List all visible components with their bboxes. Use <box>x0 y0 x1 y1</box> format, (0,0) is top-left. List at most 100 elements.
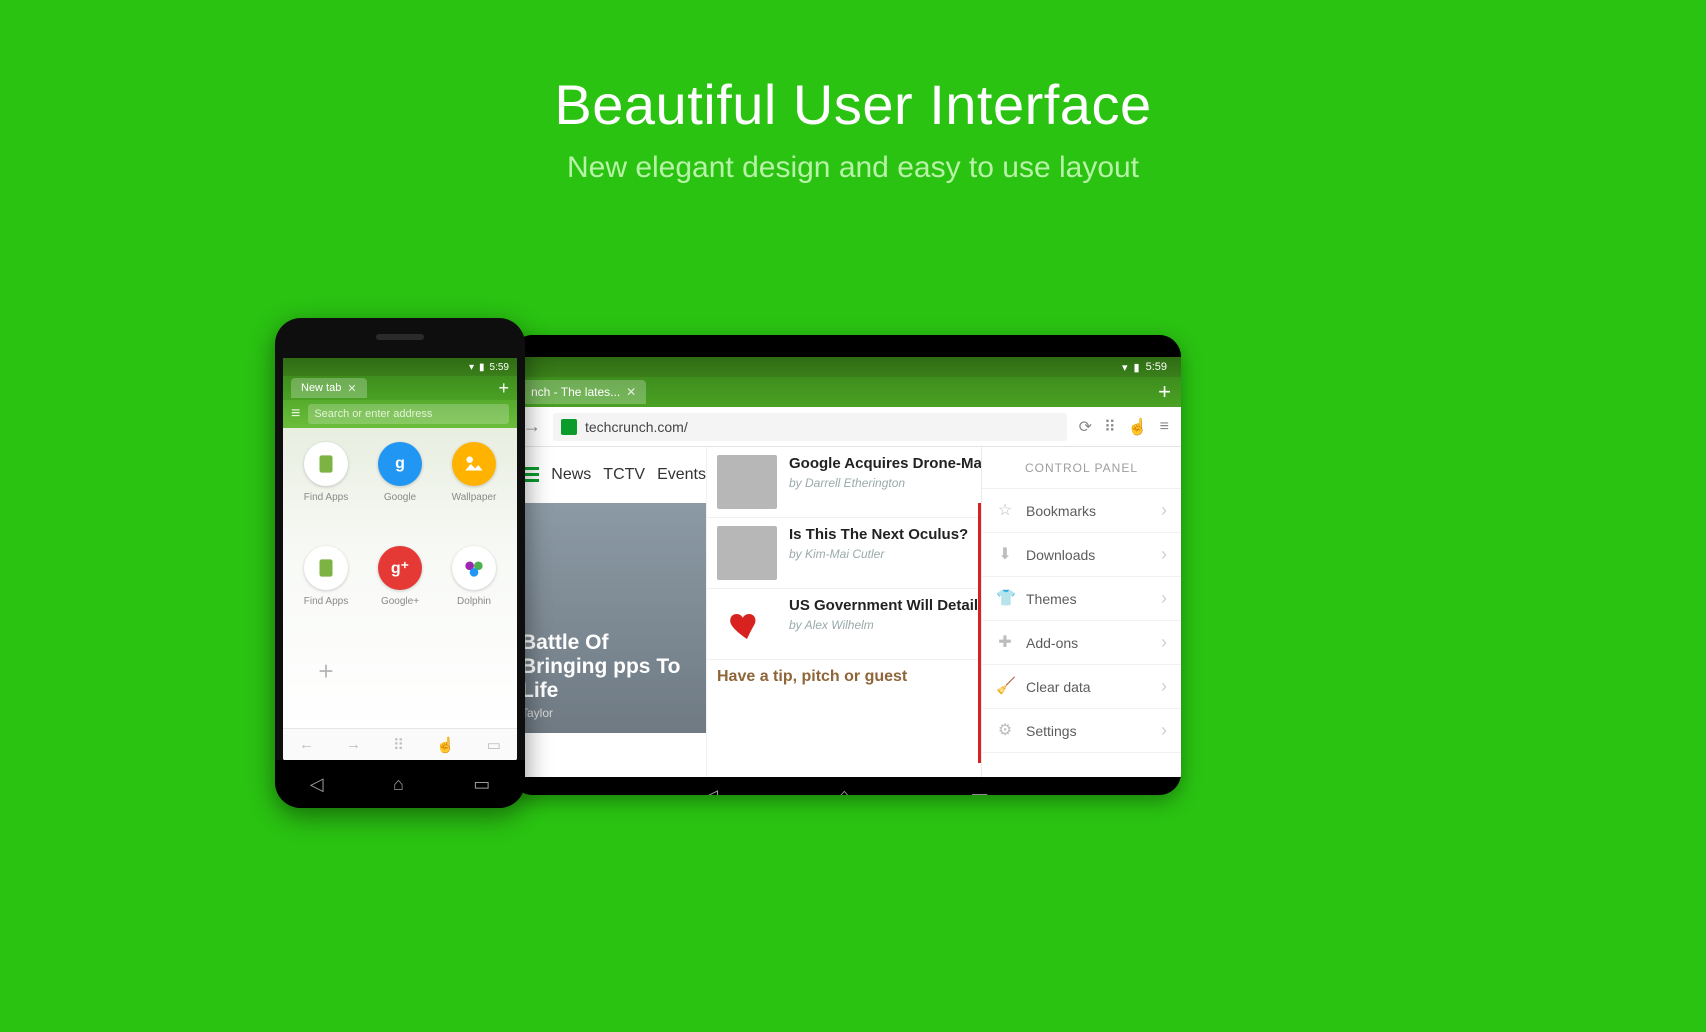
dial-label: Find Apps <box>304 492 348 503</box>
hero-title: Beautiful User Interface <box>0 72 1706 137</box>
site-favicon <box>561 419 577 435</box>
dial-label: Find Apps <box>304 596 348 607</box>
speed-dial-icon[interactable]: ⠿ <box>393 736 404 754</box>
wifi-icon: ▾ <box>469 362 474 373</box>
panel-item-clear-data[interactable]: 🧹 Clear data › <box>982 665 1181 709</box>
clock: 5:59 <box>490 362 509 373</box>
tab-label: New tab <box>301 382 341 394</box>
nav-news[interactable]: News <box>551 466 591 484</box>
tablet-tabbar: nch - The lates... ✕ + <box>511 377 1181 407</box>
battery-icon: ▮ <box>479 362 485 373</box>
featured-byline: Taylor <box>521 707 696 721</box>
control-panel-title: CONTROL PANEL <box>982 447 1181 489</box>
close-tab-icon[interactable]: ✕ <box>347 382 356 395</box>
panel-item-label: Themes <box>1026 591 1077 607</box>
panel-item-label: Clear data <box>1026 679 1091 695</box>
panel-item-themes[interactable]: 👕 Themes › <box>982 577 1181 621</box>
tshirt-icon: 👕 <box>996 590 1014 608</box>
chevron-right-icon: › <box>1161 676 1167 697</box>
panel-item-label: Add-ons <box>1026 635 1078 651</box>
android-navbar: ◁ ⌂ ▭ <box>275 760 525 808</box>
phone-statusbar: ▾ ▮ 5:59 <box>283 358 517 376</box>
tablet-device: ▾ ▮ 5:59 nch - The lates... ✕ + → techcr… <box>511 335 1181 795</box>
dial-find-apps-2[interactable]: Find Apps <box>304 546 348 628</box>
add-tab-button[interactable]: + <box>1158 381 1171 403</box>
dial-find-apps[interactable]: Find Apps <box>304 442 348 524</box>
close-tab-icon[interactable]: ✕ <box>626 385 636 399</box>
dial-add[interactable]: + <box>304 649 348 714</box>
forward-icon[interactable]: → <box>346 736 361 753</box>
panel-item-addons[interactable]: ✚ Add-ons › <box>982 621 1181 665</box>
clock: 5:59 <box>1146 361 1167 373</box>
gesture-icon[interactable]: ☝ <box>1128 417 1148 437</box>
article-title: Is This The Next Oculus? <box>789 526 968 544</box>
wifi-icon: ▾ <box>1122 361 1128 374</box>
gear-icon: ⚙ <box>996 722 1014 740</box>
dial-dolphin[interactable]: Dolphin <box>452 546 496 628</box>
article-thumb <box>717 455 777 509</box>
article-byline: by Kim-Mai Cutler <box>789 547 968 561</box>
battery-icon: ▮ <box>1134 361 1140 374</box>
nav-forward-icon[interactable]: → <box>523 416 541 437</box>
chevron-right-icon: › <box>1161 588 1167 609</box>
dial-google[interactable]: g Google <box>378 442 422 524</box>
back-icon[interactable]: ◁ <box>703 784 718 796</box>
dial-label: Dolphin <box>457 596 491 607</box>
hero-subtitle: New elegant design and easy to use layou… <box>0 151 1706 185</box>
chevron-right-icon: › <box>1161 632 1167 653</box>
chevron-right-icon: › <box>1161 544 1167 565</box>
gesture-icon[interactable]: ☝ <box>436 736 455 754</box>
recents-icon[interactable]: ▭ <box>473 774 490 795</box>
article-thumb <box>717 597 777 651</box>
site-nav: News TCTV Events <box>511 447 706 503</box>
search-input[interactable]: Search or enter address <box>308 404 509 424</box>
star-icon: ☆ <box>996 502 1014 520</box>
url-text: techcrunch.com/ <box>585 419 688 435</box>
panel-item-bookmarks[interactable]: ☆ Bookmarks › <box>982 489 1181 533</box>
chevron-right-icon: › <box>1161 500 1167 521</box>
menu-icon[interactable]: ≡ <box>291 405 300 423</box>
phone-screen: ▾ ▮ 5:59 New tab ✕ + ≡ Search or enter a… <box>283 358 517 760</box>
nav-events[interactable]: Events <box>657 466 706 484</box>
android-navbar: ◁ ⌂ ▭ <box>511 777 1181 795</box>
download-icon: ⬇ <box>996 546 1014 564</box>
back-icon[interactable]: ← <box>299 736 314 753</box>
home-icon[interactable]: ⌂ <box>393 774 404 795</box>
home-icon[interactable]: ⌂ <box>838 785 850 796</box>
tabs-icon[interactable]: ▭ <box>487 736 501 754</box>
chevron-right-icon: › <box>1161 720 1167 741</box>
broom-icon: 🧹 <box>996 678 1014 696</box>
panel-item-label: Settings <box>1026 723 1077 739</box>
tablet-page-content: News TCTV Events Battle Of Bringing pps … <box>511 447 1181 777</box>
browser-tab[interactable]: New tab ✕ <box>291 378 367 398</box>
panel-item-label: Downloads <box>1026 547 1095 563</box>
tablet-statusbar: ▾ ▮ 5:59 <box>511 357 1181 377</box>
recents-icon[interactable]: ▭ <box>970 784 989 796</box>
speed-dial-icon[interactable]: ⠿ <box>1104 417 1116 437</box>
add-tab-button[interactable]: + <box>498 378 509 399</box>
featured-article[interactable]: Battle Of Bringing pps To Life Taylor <box>511 503 706 733</box>
panel-item-settings[interactable]: ⚙ Settings › <box>982 709 1181 753</box>
control-panel: CONTROL PANEL ☆ Bookmarks › ⬇ Downloads … <box>981 447 1181 777</box>
puzzle-icon: ✚ <box>996 634 1014 652</box>
reload-icon[interactable]: ⟳ <box>1079 417 1092 437</box>
panel-item-downloads[interactable]: ⬇ Downloads › <box>982 533 1181 577</box>
url-bar[interactable]: techcrunch.com/ <box>553 413 1067 441</box>
panel-item-label: Bookmarks <box>1026 503 1096 519</box>
tab-label: nch - The lates... <box>531 385 620 399</box>
menu-icon[interactable]: ≡ <box>1160 418 1169 436</box>
dial-wallpaper[interactable]: Wallpaper <box>452 442 497 524</box>
dial-google-plus[interactable]: g⁺ Google+ <box>378 546 422 628</box>
browser-tab[interactable]: nch - The lates... ✕ <box>521 380 646 404</box>
back-icon[interactable]: ◁ <box>310 774 324 795</box>
tablet-toolbar: → techcrunch.com/ ⟳ ⠿ ☝ ≡ <box>511 407 1181 447</box>
dial-label: Wallpaper <box>452 492 497 503</box>
featured-title: Battle Of Bringing pps To Life <box>521 631 696 703</box>
phone-device: ▾ ▮ 5:59 New tab ✕ + ≡ Search or enter a… <box>275 318 525 808</box>
article-thumb <box>717 526 777 580</box>
nav-tctv[interactable]: TCTV <box>603 466 645 484</box>
phone-speaker <box>376 334 424 340</box>
dial-label: Google <box>384 492 416 503</box>
dial-label: Google+ <box>381 596 419 607</box>
phone-bottom-toolbar: ← → ⠿ ☝ ▭ <box>283 728 517 760</box>
